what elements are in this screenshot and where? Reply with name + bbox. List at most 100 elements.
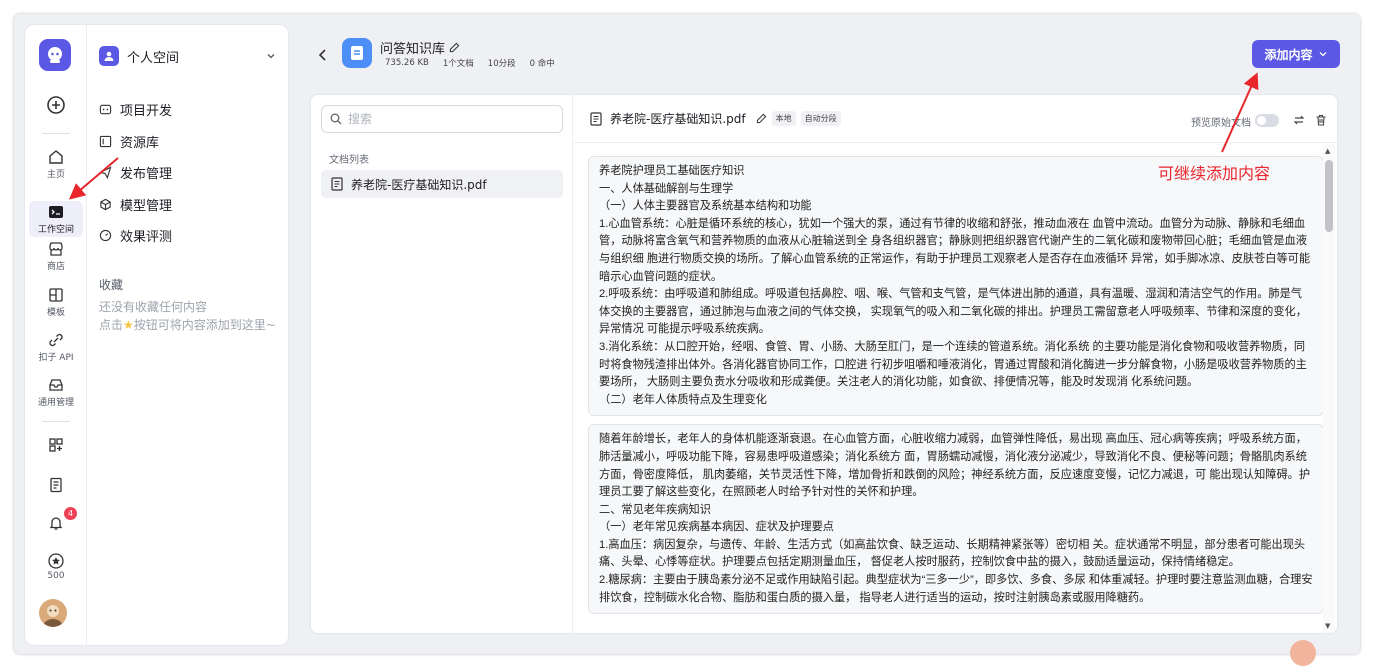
doc-list-item[interactable]: 养老院-医疗基础知识.pdf bbox=[321, 170, 563, 198]
rail-item-management[interactable]: 通用管理 bbox=[29, 377, 83, 408]
space-name: 个人空间 bbox=[127, 50, 180, 66]
link-icon bbox=[49, 333, 63, 347]
delete-icon[interactable] bbox=[1313, 112, 1329, 128]
rail-item-template[interactable]: 模板 bbox=[29, 287, 83, 318]
store-icon bbox=[49, 242, 63, 256]
global-rail: 主页 工作空间 商店 模板 扣子 API 通用管理 4 500 bbox=[25, 25, 87, 645]
annotation-text: 可继续添加内容 bbox=[1158, 164, 1271, 183]
user-icon bbox=[99, 46, 119, 66]
user-avatar[interactable] bbox=[39, 599, 67, 627]
rail-label: 主页 bbox=[46, 170, 65, 180]
rail-label: 工作空间 bbox=[37, 224, 74, 235]
segment-line: 3.消化系统：从口腔开始，经咽、食管、胃、小肠、大肠至肛门，是一个连续的管道系统… bbox=[599, 340, 1307, 389]
segment-line: 2.呼吸系统：由呼吸道和肺组成。呼吸道包括鼻腔、咽、喉、气管和支气管，是气体进出… bbox=[599, 288, 1307, 336]
rail-item-workspace[interactable]: 工作空间 bbox=[29, 201, 83, 237]
nav-item-models[interactable]: 模型管理 bbox=[99, 193, 172, 215]
rail-item-home[interactable]: 主页 bbox=[29, 149, 83, 180]
scrollbar-thumb[interactable] bbox=[1325, 160, 1333, 232]
search-icon bbox=[330, 113, 342, 125]
plus-circle-icon bbox=[47, 96, 65, 114]
rail-item-store[interactable]: 商店 bbox=[29, 241, 83, 272]
nav-label: 模型管理 bbox=[120, 198, 173, 214]
segment-line: （二）老年人体质特点及生理变化 bbox=[599, 393, 767, 406]
add-content-label: 添加内容 bbox=[1264, 47, 1313, 62]
source-tag: 本地 bbox=[771, 111, 796, 126]
kb-segment-tag: 10分段 bbox=[482, 56, 521, 70]
nav-label: 资源库 bbox=[120, 135, 160, 151]
nav-item-resources[interactable]: 资源库 bbox=[99, 130, 159, 152]
app-window: 主页 工作空间 商店 模板 扣子 API 通用管理 4 500 个人空间 项目开… bbox=[14, 14, 1360, 654]
space-selector[interactable]: 个人空间 bbox=[99, 43, 276, 69]
nav-label: 效果评测 bbox=[120, 229, 173, 245]
search-box[interactable] bbox=[321, 105, 563, 133]
segment-mode-tag: 自动分段 bbox=[800, 111, 841, 126]
segment-line: 1.心血管系统：心脏是循环系统的核心，犹如一个强大的泵，通过有节律的收缩和舒张，… bbox=[599, 217, 1311, 283]
segment-card[interactable]: 养老院护理员工基础医疗知识 一、人体基础解剖与生理学 （一）人体主要器官及系统基… bbox=[588, 156, 1323, 417]
nav-item-projects[interactable]: 项目开发 bbox=[99, 98, 172, 120]
doc-name: 养老院-医疗基础知识.pdf bbox=[351, 177, 487, 192]
preview-original-label: 预览原始文档 bbox=[1191, 118, 1251, 129]
rail-item-points[interactable]: 500 bbox=[29, 553, 83, 581]
star-circle-icon bbox=[48, 553, 64, 569]
assistant-avatar[interactable] bbox=[1290, 640, 1316, 666]
kb-hit-tag: 0 命中 bbox=[524, 56, 560, 70]
knowledge-base-icon bbox=[342, 38, 372, 68]
favorites-title: 收藏 bbox=[99, 278, 124, 292]
segment-line: （一）老年常见疾病基本病因、症状及护理要点 bbox=[599, 521, 834, 534]
segment-list: 养老院护理员工基础医疗知识 一、人体基础解剖与生理学 （一）人体主要器官及系统基… bbox=[574, 144, 1323, 633]
workspace-nav: 个人空间 项目开发 资源库 发布管理 模型管理 效果评测 收藏 还没有收藏任何内… bbox=[87, 25, 288, 645]
search-input[interactable] bbox=[348, 112, 548, 126]
edit-icon[interactable] bbox=[756, 113, 767, 124]
document-name: 养老院-医疗基础知识.pdf bbox=[610, 112, 746, 126]
inbox-icon bbox=[49, 379, 63, 391]
nav-label: 发布管理 bbox=[120, 166, 173, 182]
favorites-empty-pre: 点击 bbox=[99, 318, 124, 332]
rail-divider bbox=[42, 421, 70, 422]
rail-label: 扣子 API bbox=[38, 353, 74, 363]
rail-label: 商店 bbox=[46, 262, 65, 272]
favorites-empty-line2: 点击★按钮可将内容添加到这里~ bbox=[99, 316, 276, 334]
terminal-icon bbox=[49, 205, 63, 218]
nav-item-publish[interactable]: 发布管理 bbox=[99, 161, 172, 183]
document-icon bbox=[590, 111, 602, 126]
create-button[interactable] bbox=[29, 95, 83, 115]
knowledge-header: 问答知识库 735.26 KB 1个文档 10分段 0 命中 添加内容 bbox=[300, 24, 1350, 84]
document-icon bbox=[331, 177, 343, 191]
knowledge-base-title: 问答知识库 bbox=[380, 38, 460, 57]
segment-line: 1.高血压：病因复杂，与遗传、年龄、生活方式（如高盐饮食、缺乏运动、长期精神紧张… bbox=[599, 538, 1306, 569]
scroll-down-icon[interactable]: ▼ bbox=[1325, 622, 1330, 630]
cube-icon bbox=[100, 198, 111, 210]
rail-item-api[interactable]: 扣子 API bbox=[29, 332, 83, 363]
home-icon bbox=[49, 150, 63, 164]
add-content-button[interactable]: 添加内容 bbox=[1252, 40, 1340, 68]
kb-doc-count-tag: 1个文档 bbox=[437, 56, 479, 70]
bell-icon bbox=[49, 517, 63, 530]
scroll-up-icon[interactable]: ▲ bbox=[1325, 147, 1330, 155]
resegment-icon[interactable] bbox=[1291, 112, 1307, 128]
segment-line: （一）人体主要器官及系统基本结构和功能 bbox=[599, 200, 812, 213]
kb-stats: 735.26 KB 1个文档 10分段 0 命中 bbox=[380, 56, 564, 70]
kb-size-tag: 735.26 KB bbox=[380, 56, 434, 70]
left-sidebar: 主页 工作空间 商店 模板 扣子 API 通用管理 4 500 个人空间 项目开… bbox=[24, 24, 289, 646]
chevron-down-icon bbox=[267, 54, 275, 59]
grid-icon bbox=[49, 438, 63, 452]
main-area: 问答知识库 735.26 KB 1个文档 10分段 0 命中 添加内容 文档列表 bbox=[300, 24, 1350, 646]
coze-logo-icon[interactable] bbox=[39, 39, 71, 71]
back-icon[interactable] bbox=[318, 46, 328, 65]
rail-item-docs[interactable] bbox=[29, 477, 83, 493]
library-icon bbox=[99, 135, 112, 147]
segment-card[interactable]: 随着年龄增长，老年人的身体机能逐渐衰退。在心血管方面，心脏收缩力减弱，血管弹性降… bbox=[588, 424, 1323, 615]
chevron-down-icon bbox=[1319, 52, 1326, 57]
preview-toggle[interactable] bbox=[1255, 114, 1279, 127]
edit-icon[interactable] bbox=[449, 42, 460, 53]
rail-item-apps[interactable] bbox=[29, 437, 83, 453]
gauge-icon bbox=[99, 229, 112, 241]
star-icon: ★ bbox=[123, 318, 134, 332]
favorites-empty-post: 按钮可将内容添加到这里~ bbox=[133, 318, 276, 332]
notification-badge: 4 bbox=[64, 507, 77, 520]
nav-item-evaluation[interactable]: 效果评测 bbox=[99, 224, 172, 246]
nav-label: 项目开发 bbox=[120, 103, 173, 119]
favorites-empty-text: 还没有收藏任何内容 点击★按钮可将内容添加到这里~ bbox=[99, 298, 276, 334]
rail-label: 通用管理 bbox=[37, 398, 74, 408]
scrollbar[interactable]: ▲ ▼ bbox=[1323, 144, 1335, 633]
